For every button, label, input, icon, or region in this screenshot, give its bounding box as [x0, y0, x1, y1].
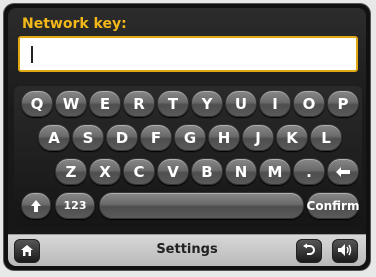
- back-button[interactable]: [296, 239, 322, 263]
- key-i[interactable]: I: [259, 90, 291, 117]
- on-screen-keyboard: Q W E R T Y U I O P A S D F G H J K L Z …: [14, 86, 362, 226]
- key-b[interactable]: B: [191, 158, 223, 185]
- key-o[interactable]: O: [293, 90, 325, 117]
- network-key-label: Network key:: [22, 16, 127, 32]
- key-e[interactable]: E: [89, 90, 121, 117]
- key-k[interactable]: K: [276, 124, 308, 151]
- screen: Network key: Q W E R T Y U I O P A S D F…: [8, 8, 366, 266]
- key-period[interactable]: .: [293, 158, 325, 185]
- key-q[interactable]: Q: [21, 90, 53, 117]
- network-key-input[interactable]: [18, 36, 358, 72]
- volume-button[interactable]: [332, 239, 358, 263]
- key-a[interactable]: A: [38, 124, 70, 151]
- shift-up-arrow-icon: [30, 199, 42, 213]
- key-j[interactable]: J: [242, 124, 274, 151]
- confirm-button[interactable]: Confirm: [307, 192, 359, 219]
- bottom-bar: Settings: [8, 234, 366, 266]
- space-key[interactable]: [99, 192, 304, 219]
- key-g[interactable]: G: [174, 124, 206, 151]
- key-y[interactable]: Y: [191, 90, 223, 117]
- key-s[interactable]: S: [72, 124, 104, 151]
- key-d[interactable]: D: [106, 124, 138, 151]
- device-frame: Network key: Q W E R T Y U I O P A S D F…: [4, 4, 370, 270]
- key-u[interactable]: U: [225, 90, 257, 117]
- key-p[interactable]: P: [327, 90, 359, 117]
- key-c[interactable]: C: [123, 158, 155, 185]
- key-f[interactable]: F: [140, 124, 172, 151]
- backspace-key[interactable]: [327, 158, 359, 185]
- shift-key[interactable]: [21, 192, 51, 219]
- volume-icon: [337, 242, 353, 261]
- key-r[interactable]: R: [123, 90, 155, 117]
- key-m[interactable]: M: [259, 158, 291, 185]
- numbers-key[interactable]: 123: [55, 192, 95, 219]
- key-z[interactable]: Z: [55, 158, 87, 185]
- key-x[interactable]: X: [89, 158, 121, 185]
- key-h[interactable]: H: [208, 124, 240, 151]
- backspace-arrow-icon: [335, 166, 351, 178]
- text-caret: [31, 46, 33, 63]
- key-w[interactable]: W: [55, 90, 87, 117]
- key-v[interactable]: V: [157, 158, 189, 185]
- key-l[interactable]: L: [310, 124, 342, 151]
- key-n[interactable]: N: [225, 158, 257, 185]
- back-icon: [302, 242, 316, 261]
- key-t[interactable]: T: [157, 90, 189, 117]
